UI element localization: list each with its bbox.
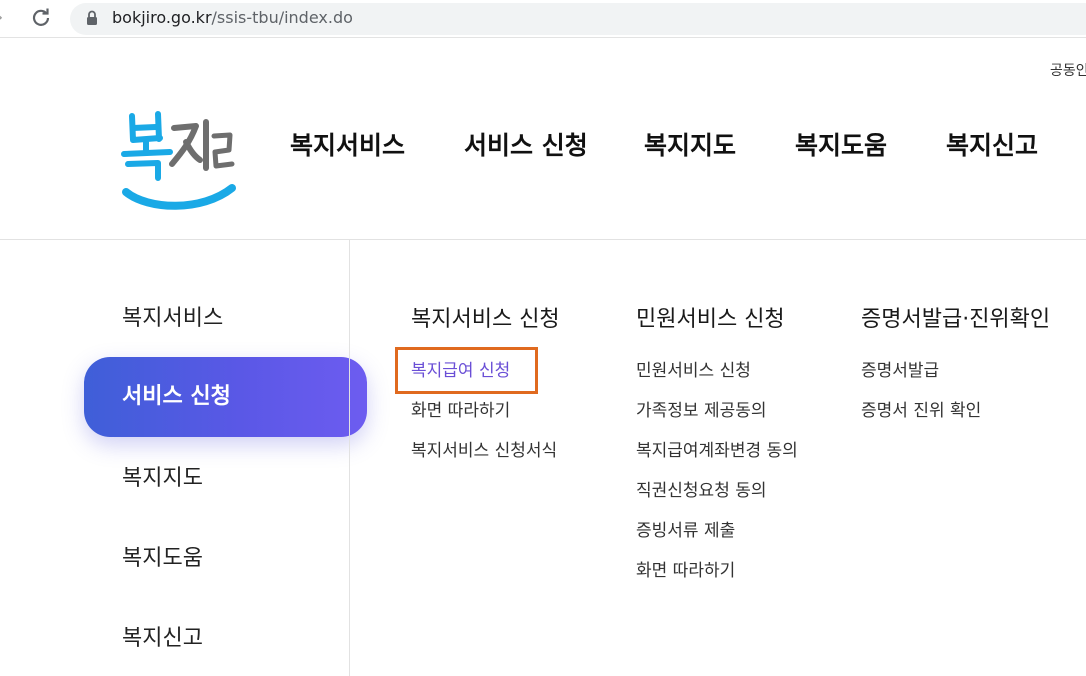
link-application-forms[interactable]: 복지서비스 신청서식 — [411, 439, 557, 463]
gnb-welfare-report[interactable]: 복지신고 — [946, 128, 1038, 164]
side-item-welfare-map[interactable]: 복지지도 — [122, 464, 203, 494]
submenu-title-welfare-apply: 복지서비스 신청 — [411, 307, 560, 332]
lock-icon[interactable] — [86, 10, 98, 26]
submenu-title-civil-service: 민원서비스 신청 — [636, 307, 785, 332]
url-host: bokjiro.go.kr — [112, 8, 212, 27]
certificate-login-link[interactable]: 공동인 — [1050, 60, 1086, 80]
bokjiro-logo[interactable] — [118, 106, 240, 218]
link-civil-service-apply[interactable]: 민원서비스 신청 — [636, 359, 751, 383]
side-menu-divider — [349, 240, 350, 676]
link-ex-officio-consent[interactable]: 직권신청요청 동의 — [636, 479, 767, 503]
link-welfare-benefit-apply[interactable]: 복지급여 신청 — [411, 359, 510, 383]
side-item-welfare-help[interactable]: 복지도움 — [122, 544, 203, 574]
link-family-info-consent[interactable]: 가족정보 제공동의 — [636, 399, 767, 423]
gnb-welfare-map[interactable]: 복지지도 — [644, 128, 736, 164]
gnb-welfare-help[interactable]: 복지도움 — [795, 128, 887, 164]
link-account-change-consent[interactable]: 복지급여계좌변경 동의 — [636, 439, 798, 463]
gnb-welfare-service[interactable]: 복지서비스 — [290, 128, 405, 164]
submenu-title-certificate: 증명서발급·진위확인 — [861, 307, 1051, 332]
forward-arrow-icon[interactable]: › — [0, 8, 12, 28]
link-certificate-verify[interactable]: 증명서 진위 확인 — [861, 399, 981, 423]
url-text[interactable]: bokjiro.go.kr/ssis-tbu/index.do — [112, 8, 353, 28]
reload-icon[interactable] — [30, 7, 52, 29]
link-screen-guide[interactable]: 화면 따라하기 — [411, 399, 510, 423]
side-item-service-apply[interactable]: 서비스 신청 — [84, 357, 367, 437]
header-divider — [0, 239, 1086, 240]
logo-graphic — [121, 111, 236, 210]
side-item-welfare-report[interactable]: 복지신고 — [122, 624, 203, 654]
link-screen-guide-2[interactable]: 화면 따라하기 — [636, 559, 735, 583]
gnb-service-apply[interactable]: 서비스 신청 — [464, 128, 588, 164]
side-item-label: 서비스 신청 — [122, 384, 231, 409]
side-item-welfare-service[interactable]: 복지서비스 — [122, 304, 223, 334]
browser-toolbar: › bokjiro.go.kr/ssis-tbu/index.do — [0, 0, 1086, 38]
link-document-submit[interactable]: 증빙서류 제출 — [636, 519, 735, 543]
link-certificate-issue[interactable]: 증명서발급 — [861, 359, 939, 383]
url-path: /ssis-tbu/index.do — [211, 8, 353, 27]
